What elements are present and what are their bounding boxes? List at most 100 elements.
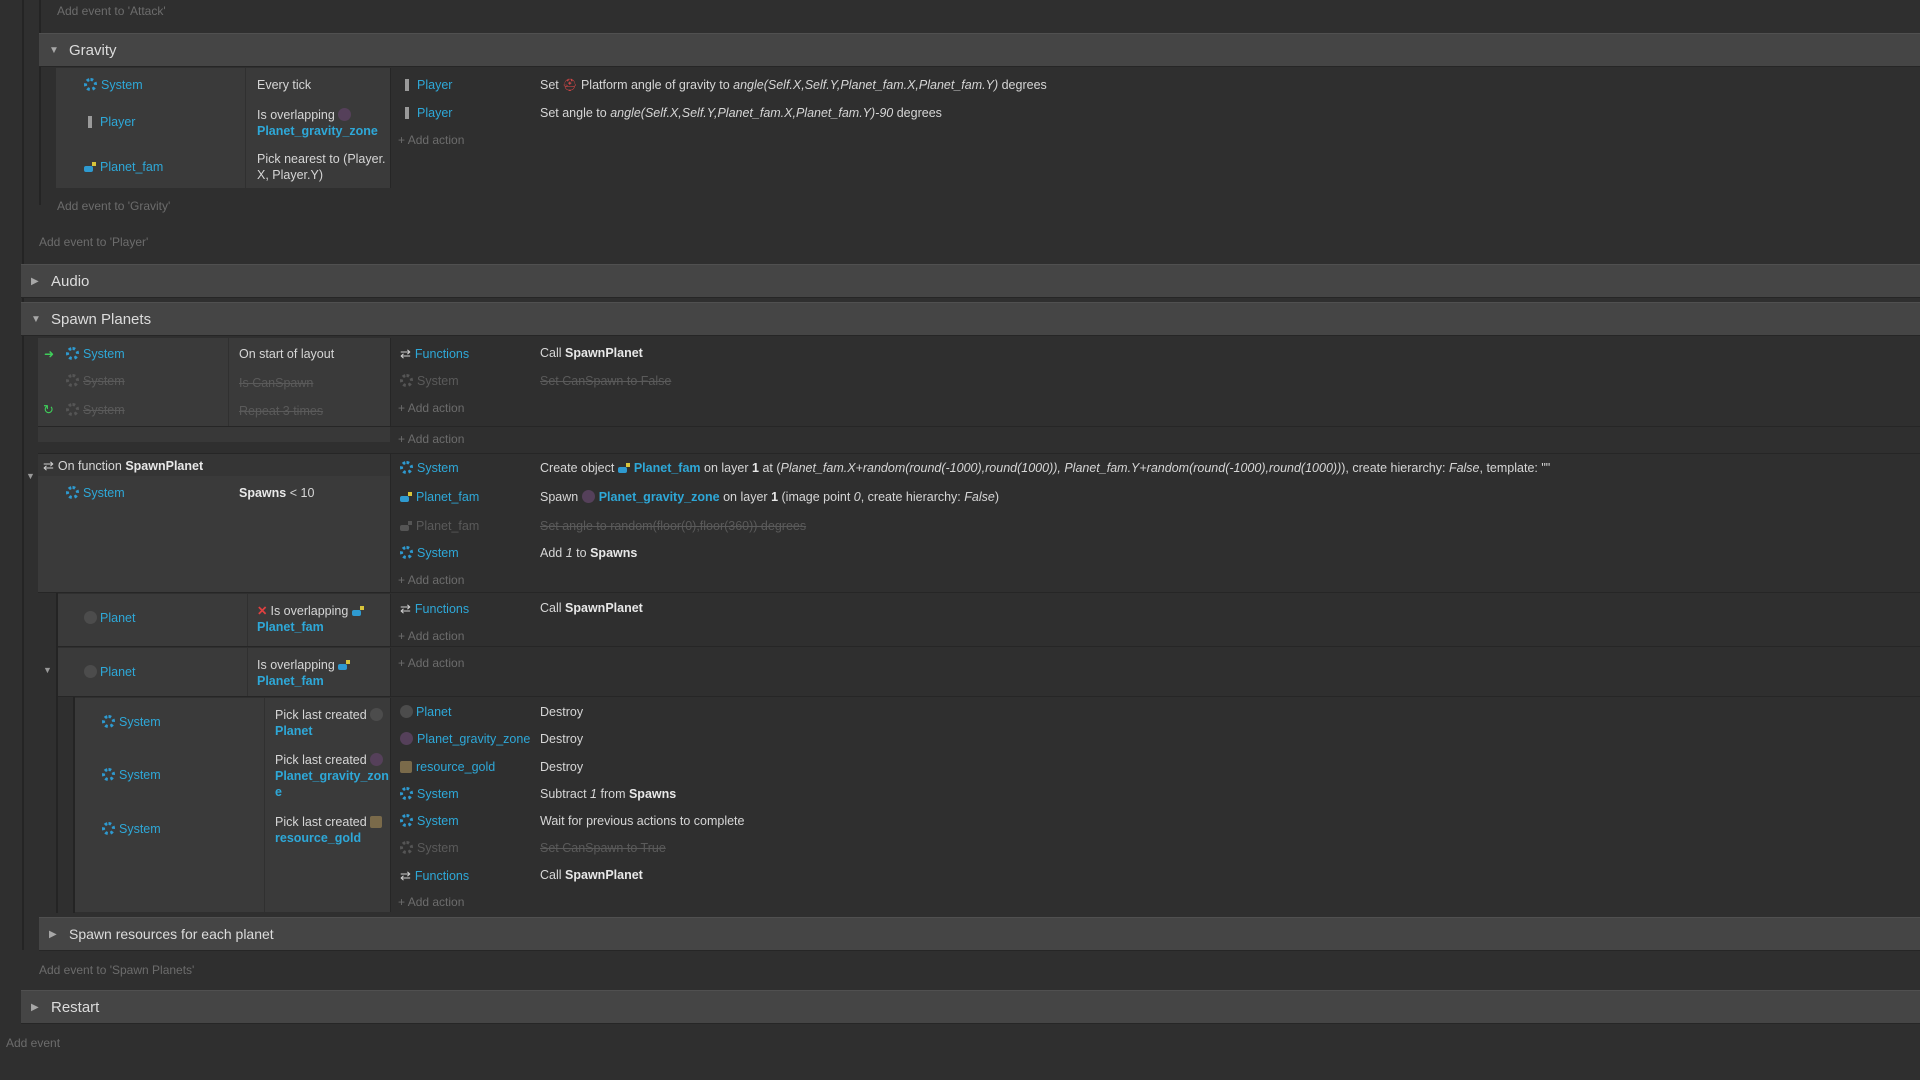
- group-spawn-resources[interactable]: ▶ Spawn resources for each planet: [39, 917, 1920, 951]
- add-action-link[interactable]: + Add action: [398, 573, 464, 587]
- action-text[interactable]: Call SpawnPlanet: [540, 868, 643, 882]
- action-text[interactable]: Destroy: [540, 732, 583, 746]
- action-object[interactable]: ⇄ Functions: [400, 601, 469, 617]
- action-text[interactable]: Subtract 1 from Spawns: [540, 787, 676, 801]
- condition-row[interactable]: System: [84, 78, 143, 92]
- action-object[interactable]: System: [400, 546, 459, 560]
- add-action-link[interactable]: + Add action: [398, 629, 464, 643]
- system-gear-icon: [400, 546, 413, 559]
- action-object[interactable]: resource_gold: [400, 760, 495, 774]
- add-event-gravity[interactable]: Add event to 'Gravity': [57, 199, 170, 213]
- condition-row[interactable]: System: [102, 715, 161, 729]
- system-gear-icon: [400, 787, 413, 800]
- action-object[interactable]: System: [400, 461, 459, 475]
- add-action-link[interactable]: + Add action: [398, 133, 464, 147]
- expand-triangle-icon[interactable]: ▶: [31, 1002, 39, 1013]
- action-text[interactable]: Spawn Planet_gravity_zone on layer 1 (im…: [540, 490, 999, 504]
- condition-text[interactable]: Repeat 3 times: [239, 404, 323, 418]
- add-event-spawn-planets[interactable]: Add event to 'Spawn Planets': [39, 963, 194, 977]
- condition-row[interactable]: Planet: [84, 665, 135, 679]
- action-text[interactable]: Set angle to angle(Self.X,Self.Y,Planet_…: [540, 106, 942, 120]
- action-text[interactable]: Call SpawnPlanet: [540, 601, 643, 615]
- action-text[interactable]: Wait for previous actions to complete: [540, 814, 745, 828]
- condition-text[interactable]: Is overlapping Planet_gravity_zone: [257, 107, 378, 139]
- action-text[interactable]: Set angle to random(floor(0),floor(360))…: [540, 519, 806, 533]
- condition-text[interactable]: Pick nearest to (Player. X, Player.Y): [257, 151, 386, 183]
- player-icon: [405, 79, 409, 91]
- outline-line: [22, 0, 24, 950]
- zone-icon: [338, 108, 352, 121]
- zone-icon: [581, 490, 595, 503]
- condition-row[interactable]: System: [66, 486, 125, 500]
- condition-row[interactable]: Planet_fam: [84, 160, 163, 174]
- action-object[interactable]: Planet: [400, 705, 451, 719]
- condition-text[interactable]: Pick last created Planet_gravity_zon e: [275, 752, 389, 800]
- condition-block-empty[interactable]: [38, 427, 390, 442]
- invert-x-icon: ✕: [257, 604, 268, 618]
- condition-text[interactable]: Spawns < 10: [239, 486, 314, 500]
- group-title: Spawn Planets: [51, 311, 152, 328]
- action-object[interactable]: Player: [402, 106, 452, 120]
- group-title: Spawn resources for each planet: [69, 926, 274, 942]
- action-object[interactable]: Player: [402, 78, 452, 92]
- action-text[interactable]: Add 1 to Spawns: [540, 546, 637, 560]
- collapse-triangle-icon[interactable]: ▼: [31, 314, 41, 325]
- expand-triangle-icon[interactable]: ▶: [49, 929, 57, 940]
- action-text[interactable]: Destroy: [540, 760, 583, 774]
- add-event-player[interactable]: Add event to 'Player': [39, 235, 148, 249]
- condition-row[interactable]: System: [66, 347, 125, 361]
- condition-text[interactable]: On start of layout: [239, 347, 334, 361]
- action-text[interactable]: Set ⛑ Platform angle of gravity to angle…: [540, 78, 1047, 92]
- condition-text[interactable]: Is overlapping Planet_fam: [257, 657, 354, 689]
- collapse-triangle-icon[interactable]: ▼: [26, 471, 35, 481]
- function-header[interactable]: ⇄ On function SpawnPlanet: [43, 458, 203, 474]
- condition-text[interactable]: ✕ Is overlapping Planet_fam: [257, 603, 368, 635]
- gold-icon: [400, 761, 412, 773]
- action-object[interactable]: System: [400, 374, 459, 388]
- condition-text[interactable]: Every tick: [257, 78, 311, 92]
- trigger-arrow-icon: ➜: [44, 347, 55, 361]
- condition-row[interactable]: System: [102, 768, 161, 782]
- group-restart[interactable]: ▶ Restart: [21, 990, 1920, 1024]
- action-object[interactable]: System: [400, 841, 459, 855]
- add-action-link[interactable]: + Add action: [398, 895, 464, 909]
- condition-row[interactable]: Player: [85, 115, 135, 129]
- action-object[interactable]: Planet_fam: [400, 490, 479, 504]
- group-spawn-planets[interactable]: ▼ Spawn Planets: [21, 302, 1920, 336]
- action-object[interactable]: System: [400, 814, 459, 828]
- action-object[interactable]: Planet_fam: [400, 519, 479, 533]
- action-text[interactable]: Destroy: [540, 705, 583, 719]
- add-action-link[interactable]: + Add action: [398, 401, 464, 415]
- platform-behavior-icon: ⛑: [562, 78, 578, 92]
- condition-text[interactable]: Is CanSpawn: [239, 376, 313, 390]
- add-event-root[interactable]: Add event: [6, 1036, 60, 1050]
- action-text[interactable]: Call SpawnPlanet: [540, 346, 643, 360]
- condition-row[interactable]: System: [66, 374, 125, 388]
- planet-icon: [84, 611, 97, 624]
- action-text[interactable]: Create object Planet_fam on layer 1 at (…: [540, 461, 1550, 475]
- system-gear-icon: [102, 715, 115, 728]
- action-text[interactable]: Set CanSpawn to False: [540, 374, 671, 388]
- condition-row[interactable]: System: [102, 822, 161, 836]
- group-gravity[interactable]: ▼ Gravity: [39, 33, 1920, 67]
- expand-triangle-icon[interactable]: ▶: [31, 276, 39, 287]
- action-text[interactable]: Set CanSpawn to True: [540, 841, 666, 855]
- condition-row[interactable]: Planet: [84, 611, 135, 625]
- condition-text[interactable]: Pick last created Planet: [275, 707, 386, 739]
- action-object[interactable]: ⇄ Functions: [400, 868, 469, 884]
- player-icon: [88, 116, 92, 128]
- group-title: Gravity: [69, 42, 117, 59]
- condition-row[interactable]: System: [66, 403, 125, 417]
- group-audio[interactable]: ▶ Audio: [21, 264, 1920, 298]
- system-gear-icon: [400, 461, 413, 474]
- add-action-link[interactable]: + Add action: [398, 432, 464, 446]
- add-event-attack[interactable]: Add event to 'Attack': [57, 4, 166, 18]
- action-object[interactable]: System: [400, 787, 459, 801]
- collapse-triangle-icon[interactable]: ▼: [43, 665, 52, 675]
- action-object[interactable]: Planet_gravity_zone: [400, 732, 530, 746]
- add-action-link[interactable]: + Add action: [398, 656, 464, 670]
- action-object[interactable]: ⇄ Functions: [400, 346, 469, 362]
- planet-icon: [400, 705, 413, 718]
- condition-text[interactable]: Pick last created resource_gold: [275, 814, 386, 846]
- collapse-triangle-icon[interactable]: ▼: [49, 45, 59, 56]
